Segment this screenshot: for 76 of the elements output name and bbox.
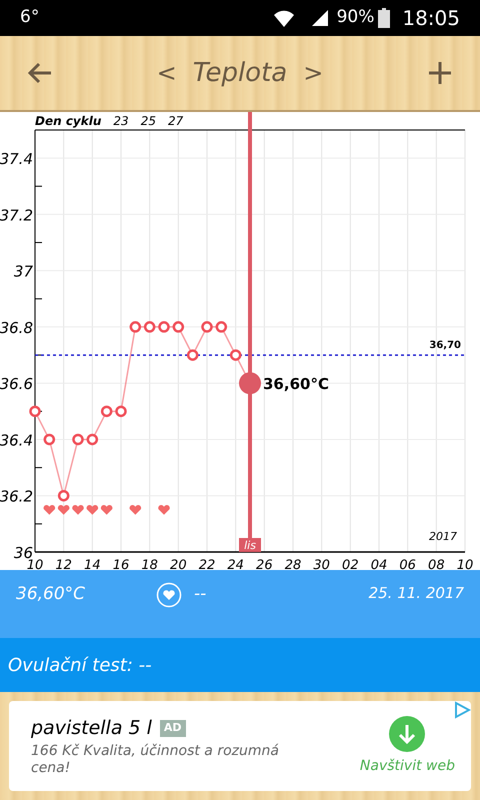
axis-label: 04: [370, 558, 388, 570]
cycle-day-number: 23: [113, 113, 129, 130]
axis-label: 18: [141, 558, 158, 570]
visit-web-button[interactable]: Navštivit web: [360, 716, 455, 776]
cycle-day-number: 25: [140, 113, 156, 130]
axis-label: 36.4: [0, 431, 33, 450]
screen-title: Teplota: [192, 56, 288, 90]
axis-label: 06: [399, 558, 416, 570]
data-point: [186, 349, 198, 361]
heart-icon: [58, 505, 70, 515]
axis-label: 24: [227, 558, 244, 570]
data-point: [216, 321, 228, 333]
axis-label: 10: [26, 558, 44, 570]
temperature-value: 36,60°C: [16, 583, 86, 606]
date-value: 25. 11. 2017: [368, 583, 464, 604]
year-label: 2017: [429, 530, 457, 543]
average-label: 36,70: [429, 340, 461, 352]
axis-label: 22: [198, 558, 216, 570]
wifi-icon: [272, 8, 295, 28]
axis-label: 36.2: [0, 488, 33, 506]
axis-label: 02: [342, 558, 359, 570]
ad-text: 166 Kč Kvalita, účinnost a rozumná cena!: [31, 742, 280, 778]
data-point: [144, 321, 156, 333]
axis-label: 30: [313, 558, 330, 570]
intercourse-value: --: [194, 583, 206, 606]
data-point: [230, 349, 242, 361]
axis-label: 20: [170, 558, 187, 570]
ad-choices-icon: [453, 701, 471, 719]
cycle-day-label: Den cyklu: [35, 113, 102, 130]
axis-label: 10: [456, 558, 474, 570]
heart-icon: [86, 505, 98, 515]
axis-label: 36.8: [0, 318, 33, 337]
data-point: [100, 406, 112, 418]
data-point: [44, 434, 56, 446]
download-icon: [389, 716, 426, 752]
axis-label: 36.6: [0, 375, 33, 394]
heart-icon: [72, 505, 84, 515]
axis-label: 37: [14, 262, 33, 281]
data-point: [72, 434, 84, 446]
axis-label: 16: [112, 558, 130, 570]
heart-icon: [44, 505, 56, 515]
heart-icon: [100, 505, 112, 515]
clock: 18:05: [402, 5, 460, 32]
heart-icon: [158, 505, 170, 515]
battery-percent: 90%: [336, 6, 374, 30]
axis-label: 37.4: [0, 150, 33, 168]
data-point: [86, 434, 98, 446]
previous-button[interactable]: <: [156, 55, 177, 91]
axis-label: 12: [55, 558, 72, 570]
data-point: [115, 406, 127, 418]
selected-value: 36,60°C: [263, 375, 329, 394]
ovulation-test-label: Ovulační test: --: [8, 654, 152, 678]
ad-title: pavistella 5 l: [31, 716, 152, 742]
heart-icon: [130, 505, 142, 515]
data-point: [58, 490, 70, 502]
ref-line-label: lis: [244, 539, 256, 552]
battery-icon: [378, 8, 390, 28]
axis-label: 08: [428, 558, 445, 570]
month-tag: lis: [239, 538, 261, 552]
back-arrow-icon: [27, 62, 53, 84]
cycle-day-number: 27: [168, 113, 184, 130]
plus-icon: [428, 61, 452, 85]
data-point: [172, 321, 184, 333]
data-point: [158, 321, 170, 333]
data-point: [201, 321, 213, 333]
selected-point: [239, 372, 261, 394]
ad-badge: AD: [160, 720, 186, 737]
next-button[interactable]: >: [303, 55, 324, 91]
data-point: [29, 406, 41, 418]
axis-label: 37.2: [0, 206, 33, 224]
axis-label: 26: [256, 558, 273, 570]
axis-label: 28: [284, 558, 302, 570]
data-point: [130, 321, 142, 333]
signal-icon: [310, 9, 329, 27]
weather-temperature: 6°: [20, 6, 40, 30]
axis-label: 14: [84, 558, 101, 570]
